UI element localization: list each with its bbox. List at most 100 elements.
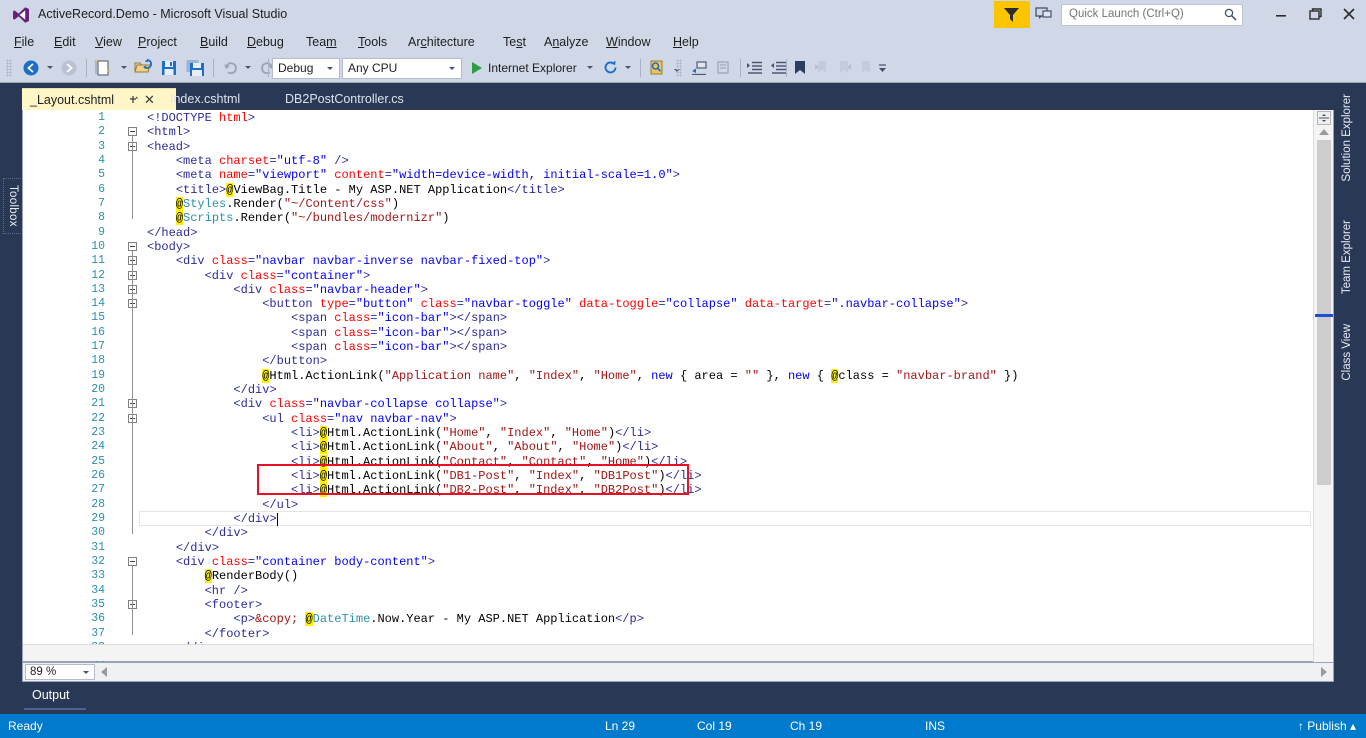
notification-flag-icon[interactable] [994, 1, 1030, 28]
menu-view[interactable]: View [89, 33, 128, 51]
tab-db2postcontroller-cs[interactable]: DB2PostController.cs [277, 88, 438, 110]
line-number: 29 [91, 511, 105, 525]
menu-project[interactable]: Project [132, 33, 183, 51]
code-line: 19 @Html.ActionLink("Application name", … [23, 368, 1313, 383]
code-text: @Styles.Render("~/Content/css") [147, 196, 400, 211]
undo-dropdown[interactable] [242, 57, 254, 79]
code-text: <hr /> [204, 583, 248, 598]
fold-toggle-icon[interactable] [128, 241, 137, 251]
run-target-label[interactable]: Internet Explorer [488, 61, 577, 75]
fold-toggle-icon[interactable] [128, 127, 137, 137]
menu-debug[interactable]: Debug [241, 33, 290, 51]
editor-zoom-bar: 89 % [22, 662, 1334, 682]
output-panel-tab[interactable]: Output [24, 686, 78, 704]
scrollbar-thumb[interactable] [1317, 140, 1331, 485]
code-text: <button type="button" class="navbar-togg… [262, 297, 969, 312]
new-item-dropdown[interactable] [118, 57, 130, 79]
close-icon[interactable] [1341, 6, 1357, 22]
zoom-level-combo[interactable]: 89 % [25, 664, 95, 680]
line-number: 18 [91, 354, 105, 368]
line-number: 32 [91, 554, 105, 568]
code-line: 3 <head> [23, 140, 1313, 154]
menu-architecture[interactable]: Architecture [402, 33, 481, 51]
line-number: 22 [91, 411, 105, 425]
toolbar-grip[interactable] [6, 59, 12, 77]
scroll-left-arrow[interactable] [101, 667, 107, 677]
tab-index-cshtml[interactable]: Index.cshtml [162, 88, 262, 110]
editor-horizontal-scrollbar[interactable] [23, 644, 1313, 661]
tab-layout-cshtml[interactable]: _Layout.cshtml ✕ [22, 88, 176, 111]
menu-analyze[interactable]: Analyze [538, 33, 594, 51]
line-number: 37 [91, 626, 105, 640]
code-editor[interactable]: 1 <!DOCTYPE html> 2 <html> 3 <head> 4 <meta ch… [22, 110, 1334, 662]
code-text: </div> [233, 511, 277, 526]
code-surface[interactable]: 1 <!DOCTYPE html> 2 <html> 3 <head> 4 <meta ch… [23, 110, 1313, 662]
refresh-dropdown[interactable] [622, 57, 634, 79]
code-line: 28 </ul> [23, 498, 1313, 512]
menu-tools[interactable]: Tools [352, 33, 393, 51]
code-text: <title>@ViewBag.Title - My ASP.NET Appli… [175, 182, 565, 197]
scroll-up-arrow[interactable] [1319, 129, 1329, 135]
fold-toggle-icon[interactable] [128, 556, 137, 566]
pin-icon[interactable] [128, 94, 139, 105]
code-line: 16 <span class="icon-bar"></span> [23, 326, 1313, 340]
solution-configuration-combo[interactable]: Debug [272, 58, 340, 79]
minimize-icon[interactable] [1273, 6, 1289, 22]
editor-split-handle[interactable] [1317, 111, 1331, 125]
line-number: 5 [98, 168, 105, 182]
toolbar: Debug Any CPU Internet Explorer [0, 54, 1366, 83]
open-file-icon[interactable] [132, 57, 156, 79]
refresh-icon[interactable] [600, 57, 622, 79]
menu-file[interactable]: File [8, 33, 40, 51]
quick-launch-box[interactable] [1061, 4, 1243, 26]
quick-launch-input[interactable] [1067, 7, 1221, 21]
navigate-back-icon[interactable] [20, 57, 42, 79]
dock-tab-class-view[interactable]: Class View [1341, 324, 1353, 381]
menu-test[interactable]: Test [497, 33, 532, 51]
find-in-files-icon[interactable] [646, 57, 668, 79]
document-tab-strip: _Layout.cshtml ✕ Index.cshtml DB2PostCon… [22, 88, 1334, 111]
toolbar-overflow-icon[interactable] [878, 63, 886, 78]
comment-selection-icon[interactable] [688, 57, 710, 79]
save-all-icon[interactable] [184, 57, 208, 79]
uncomment-selection-icon[interactable] [712, 57, 734, 79]
editor-vertical-scrollbar[interactable] [1313, 110, 1333, 662]
code-text: </div> [175, 540, 220, 555]
previous-bookmark-icon[interactable] [812, 57, 832, 79]
line-number: 30 [91, 526, 105, 540]
navigate-back-dropdown[interactable] [44, 57, 56, 79]
maximize-icon[interactable] [1307, 6, 1323, 22]
menu-team[interactable]: Team [300, 33, 343, 51]
menu-window[interactable]: Window [600, 33, 656, 51]
publish-button[interactable]: ↑ Publish ▴ [1298, 719, 1356, 733]
dock-tab-toolbox[interactable]: Toolbox [3, 178, 23, 234]
next-bookmark-icon[interactable] [834, 57, 854, 79]
clear-bookmarks-icon[interactable] [856, 57, 876, 79]
run-target-dropdown[interactable] [584, 57, 596, 79]
tab-label: Index.cshtml [170, 92, 241, 106]
code-text: <li>@Html.ActionLink("Home", "Index", "H… [147, 426, 652, 441]
undo-icon[interactable] [220, 57, 242, 79]
menu-build[interactable]: Build [194, 33, 234, 51]
close-tab-icon[interactable]: ✕ [144, 93, 155, 106]
toolbar-grip-2[interactable] [676, 59, 682, 77]
increase-indent-icon[interactable] [744, 57, 766, 79]
new-item-icon[interactable] [92, 57, 116, 79]
navigate-forward-icon[interactable] [58, 57, 80, 79]
menu-edit[interactable]: Edit [48, 33, 82, 51]
code-text: <div class="navbar navbar-inverse navbar… [175, 254, 551, 269]
line-number: 4 [98, 153, 105, 167]
bookmark-icon[interactable] [790, 57, 810, 79]
dock-tab-solution-explorer[interactable]: Solution Explorer [1341, 94, 1353, 182]
play-icon[interactable] [468, 57, 486, 79]
feedback-icon[interactable] [1035, 6, 1053, 22]
line-number: 15 [91, 311, 105, 325]
menu-help[interactable]: Help [667, 33, 705, 51]
save-icon[interactable] [158, 57, 182, 79]
solution-platform-combo[interactable]: Any CPU [342, 58, 462, 79]
status-bar: Ready Ln 29 Col 19 Ch 19 INS ↑ Publish ▴ [0, 714, 1366, 738]
fold-guide-line [132, 308, 133, 349]
scroll-right-arrow[interactable] [1321, 667, 1327, 677]
dock-tab-team-explorer[interactable]: Team Explorer [1341, 220, 1353, 294]
visual-studio-logo-icon [13, 7, 29, 23]
